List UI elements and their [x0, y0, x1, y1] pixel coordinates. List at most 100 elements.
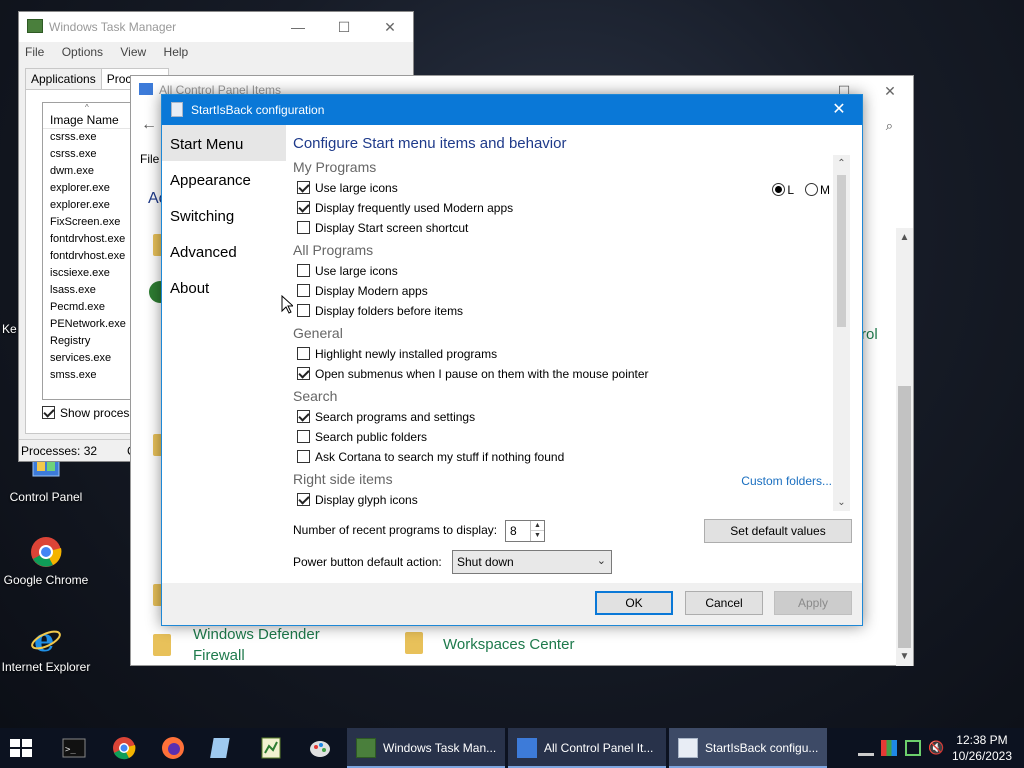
- clock[interactable]: 12:38 PM 10/26/2023: [952, 732, 1012, 764]
- page-title: Configure Start menu items and behavior: [293, 135, 567, 152]
- menu-options[interactable]: Options: [62, 42, 103, 62]
- recent-programs-stepper[interactable]: 8 ▲ ▼: [505, 520, 545, 542]
- option-highlight-new-programs[interactable]: Highlight newly installed programs: [286, 344, 836, 364]
- network-tray-icon[interactable]: [858, 740, 874, 756]
- option-label: Display Start screen shortcut: [315, 221, 469, 235]
- show-processes-checkbox[interactable]: Show processe: [42, 406, 142, 420]
- scroll-thumb[interactable]: [898, 386, 911, 648]
- scroll-up-arrow-icon[interactable]: ▲: [896, 232, 913, 243]
- desktop-icon-ie[interactable]: e Internet Explorer: [0, 621, 92, 674]
- scroll-up-arrow-icon[interactable]: ⌃: [833, 158, 850, 169]
- option-label: Display frequently used Modern apps: [315, 201, 514, 215]
- maximize-button[interactable]: ☐: [321, 12, 367, 42]
- checkbox[interactable]: [297, 201, 310, 214]
- checkbox[interactable]: [297, 304, 310, 317]
- checkbox[interactable]: [297, 221, 310, 234]
- option-my-programs-large-icons[interactable]: Use large icons L M: [286, 178, 836, 198]
- notepad-icon[interactable]: [210, 736, 234, 760]
- options-scrollbar[interactable]: ⌃ ⌄: [833, 155, 850, 511]
- radio-large[interactable]: L: [772, 183, 794, 197]
- power-action-select[interactable]: Shut down ⌄: [452, 550, 612, 574]
- chrome-taskbar-icon[interactable]: [112, 736, 136, 760]
- taskbar-task-control-panel[interactable]: All Control Panel It...: [508, 728, 666, 768]
- dialog-titlebar[interactable]: StartIsBack configuration ✕: [162, 95, 862, 125]
- stepper-down-icon[interactable]: ▼: [531, 530, 544, 540]
- option-folders-before-items[interactable]: Display folders before items: [286, 301, 836, 321]
- option-ask-cortana[interactable]: Ask Cortana to search my stuff if nothin…: [286, 447, 836, 467]
- taskbar-task-task-manager[interactable]: Windows Task Man...: [347, 728, 505, 768]
- control-panel-icon: [517, 738, 537, 758]
- item-line: Firewall: [193, 647, 245, 664]
- radio-button[interactable]: [772, 183, 786, 196]
- checkbox[interactable]: [297, 430, 310, 443]
- control-panel-scrollbar[interactable]: ▲ ▼: [896, 228, 913, 666]
- option-search-programs-settings[interactable]: Search programs and settings: [286, 407, 836, 427]
- option-search-public-folders[interactable]: Search public folders: [286, 427, 836, 447]
- option-start-screen-shortcut[interactable]: Display Start screen shortcut: [286, 218, 836, 238]
- startisback-icon: [171, 102, 183, 117]
- scroll-down-arrow-icon[interactable]: ▼: [896, 651, 913, 662]
- command-prompt-icon[interactable]: >_: [62, 736, 86, 760]
- checkbox[interactable]: [297, 493, 310, 506]
- color-tray-icon[interactable]: [881, 740, 897, 756]
- menu-view[interactable]: View: [120, 42, 146, 62]
- sidebar-item-switching[interactable]: Switching: [162, 197, 286, 233]
- recent-programs-label: Number of recent programs to display:: [293, 523, 498, 537]
- desktop-icon-chrome[interactable]: Google Chrome: [0, 535, 92, 587]
- menu-file[interactable]: File: [25, 42, 44, 62]
- close-button[interactable]: ✕: [367, 12, 413, 42]
- sidebar-item-appearance[interactable]: Appearance: [162, 161, 286, 197]
- option-open-submenus-on-pause[interactable]: Open submenus when I pause on them with …: [286, 364, 836, 384]
- firefox-icon[interactable]: [161, 736, 185, 760]
- cancel-button[interactable]: Cancel: [685, 591, 763, 615]
- search-icon[interactable]: ⌕: [886, 118, 893, 134]
- back-arrow-icon[interactable]: ←: [141, 116, 157, 134]
- radio-label: L: [787, 183, 794, 197]
- checkbox[interactable]: [297, 264, 310, 277]
- option-frequent-modern-apps[interactable]: Display frequently used Modern apps: [286, 198, 836, 218]
- set-default-values-button[interactable]: Set default values: [704, 519, 852, 543]
- checkbox[interactable]: [297, 284, 310, 297]
- stepper-buttons[interactable]: ▲ ▼: [530, 521, 544, 541]
- sidebar-item-advanced[interactable]: Advanced: [162, 233, 286, 269]
- control-panel-item-workspaces-center[interactable]: Workspaces Center: [443, 634, 574, 655]
- close-button[interactable]: ✕: [867, 76, 913, 106]
- checkbox[interactable]: [297, 450, 310, 463]
- battery-tray-icon[interactable]: [905, 740, 921, 756]
- option-label: Search programs and settings: [315, 410, 476, 424]
- stepper-up-icon[interactable]: ▲: [531, 521, 544, 530]
- control-panel-item-defender-firewall[interactable]: Windows Defender Firewall: [193, 624, 320, 666]
- option-label: Ask Cortana to search my stuff if nothin…: [315, 450, 565, 464]
- checkbox[interactable]: [297, 367, 310, 380]
- option-display-glyph-icons[interactable]: Display glyph icons: [286, 490, 836, 510]
- radio-button[interactable]: [805, 183, 818, 196]
- checkbox[interactable]: [297, 347, 310, 360]
- volume-muted-icon[interactable]: 🔇: [928, 740, 944, 756]
- radio-medium[interactable]: M: [805, 183, 830, 197]
- scroll-down-arrow-icon[interactable]: ⌄: [833, 497, 850, 508]
- option-display-modern-apps[interactable]: Display Modern apps: [286, 281, 836, 301]
- tab-applications[interactable]: Applications: [25, 68, 102, 90]
- option-all-programs-large-icons[interactable]: Use large icons: [286, 261, 836, 281]
- startisback-dialog[interactable]: StartIsBack configuration ✕ Start Menu A…: [161, 94, 863, 626]
- taskbar-task-startisback[interactable]: StartIsBack configu...: [669, 728, 827, 768]
- control-panel-item-partial[interactable]: rol: [861, 324, 878, 345]
- checkbox[interactable]: [297, 181, 310, 194]
- scroll-thumb[interactable]: [837, 175, 846, 327]
- task-manager-titlebar[interactable]: Windows Task Manager — ☐ ✕: [19, 12, 413, 42]
- paint-icon[interactable]: [308, 736, 332, 760]
- control-panel-menu-file[interactable]: File: [140, 152, 159, 166]
- option-label: Use large icons: [315, 264, 398, 278]
- spreadsheet-icon[interactable]: [259, 736, 283, 760]
- ok-button[interactable]: OK: [595, 591, 673, 615]
- sidebar-item-about[interactable]: About: [162, 269, 286, 305]
- close-button[interactable]: ✕: [816, 95, 862, 125]
- task-label: All Control Panel It...: [544, 741, 654, 755]
- checkbox[interactable]: [297, 410, 310, 423]
- clock-date: 10/26/2023: [951, 749, 1012, 763]
- custom-folders-link[interactable]: Custom folders...: [741, 470, 832, 492]
- sidebar-item-start-menu[interactable]: Start Menu: [162, 125, 286, 161]
- minimize-button[interactable]: —: [275, 12, 321, 42]
- windows-start-icon[interactable]: [10, 739, 32, 757]
- menu-help[interactable]: Help: [164, 42, 189, 62]
